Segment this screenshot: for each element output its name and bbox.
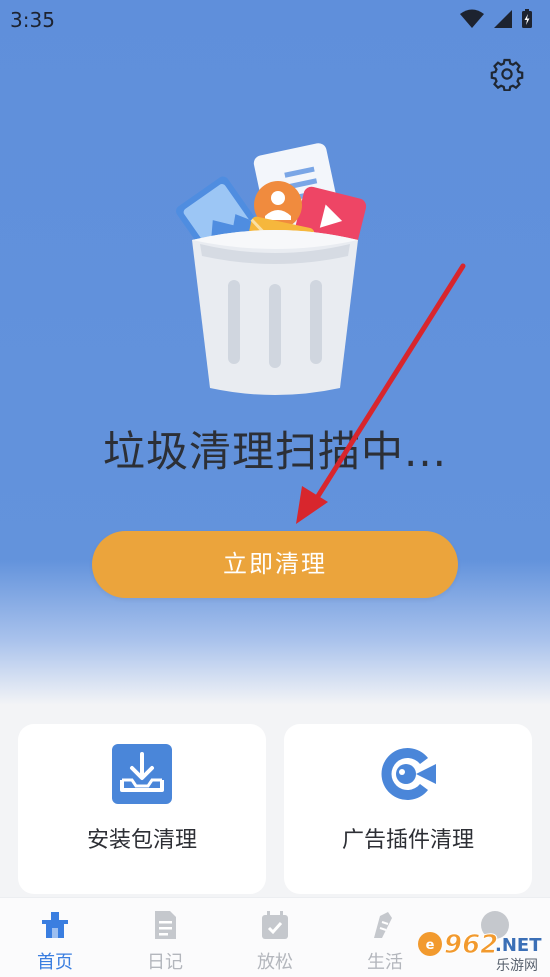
signal-icon — [494, 10, 512, 28]
wifi-icon — [460, 9, 484, 28]
nav-item-diary[interactable]: 日记 — [110, 898, 220, 977]
shoe-icon — [374, 912, 392, 938]
clean-now-button[interactable]: 立即清理 — [92, 531, 458, 598]
status-icons — [460, 9, 532, 28]
download-tray-icon — [112, 744, 172, 804]
nav-label-relax: 放松 — [257, 952, 293, 973]
nav-item-relax[interactable]: 放松 — [220, 898, 330, 977]
annotation-arrow — [296, 263, 466, 524]
battery-icon — [522, 9, 532, 28]
watermark-suffix: .NET — [495, 935, 542, 956]
svg-text:e: e — [426, 938, 435, 953]
status-bar: 3:35 — [0, 0, 550, 38]
watermark-number: 962 — [444, 930, 498, 960]
gear-icon[interactable] — [490, 57, 524, 91]
nav-label-home: 首页 — [37, 952, 73, 973]
document-icon — [155, 911, 176, 939]
ad-plugin-clean-label: 广告插件清理 — [341, 828, 474, 853]
ad-plugin-logo-icon — [381, 748, 436, 800]
calendar-check-icon — [262, 911, 288, 939]
status-time: 3:35 — [10, 8, 55, 32]
home-icon — [42, 912, 68, 938]
ad-plugin-clean-card[interactable]: 广告插件清理 — [284, 724, 532, 894]
nav-label-diary: 日记 — [147, 952, 183, 973]
nav-item-home[interactable]: 首页 — [0, 898, 110, 977]
apk-clean-card[interactable]: 安装包清理 — [18, 724, 266, 894]
watermark-caption: 乐游网 — [496, 958, 538, 974]
apk-clean-label: 安装包清理 — [86, 828, 197, 853]
site-watermark: e 962 .NET 乐游网 — [418, 930, 542, 974]
